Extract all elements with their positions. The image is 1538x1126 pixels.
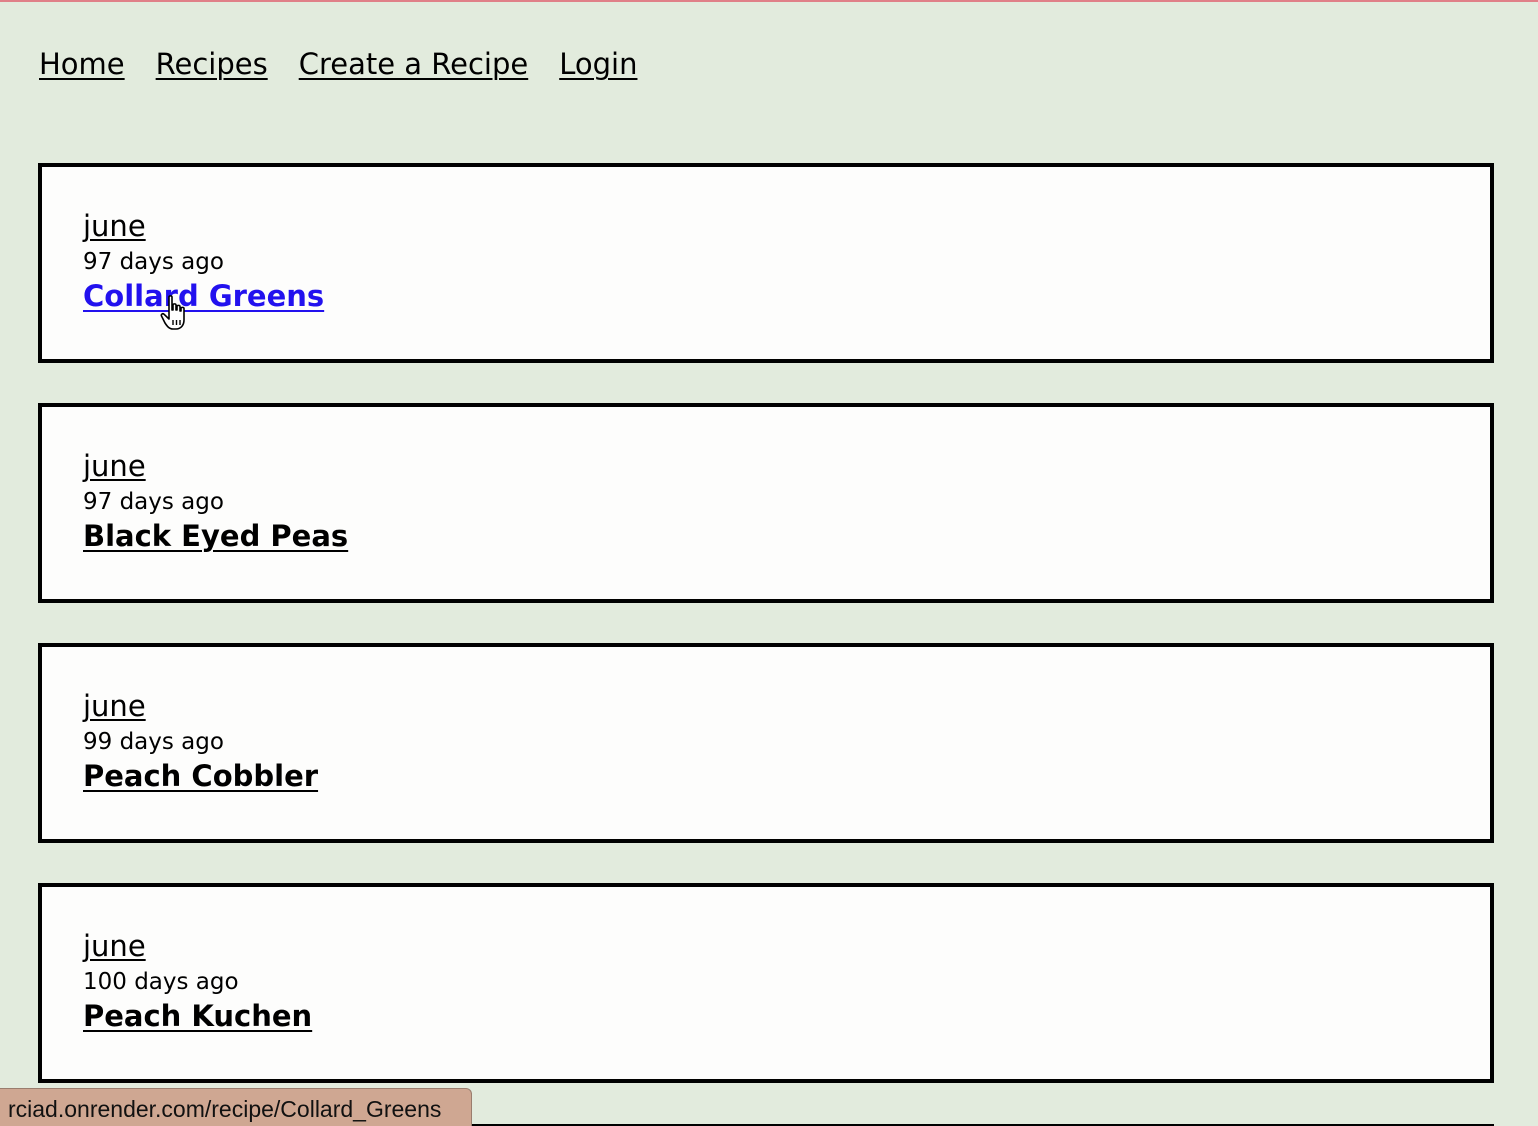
recipe-age: 99 days ago (83, 729, 224, 755)
recipe-card: june 97 days ago Collard Greens (38, 163, 1494, 363)
nav-home-link[interactable]: Home (39, 44, 125, 84)
nav-recipes-link[interactable]: Recipes (156, 44, 268, 84)
recipe-author-link[interactable]: june (83, 209, 146, 243)
recipe-title-link[interactable]: Black Eyed Peas (83, 519, 348, 553)
recipe-card: june 99 days ago Peach Cobbler (38, 643, 1494, 843)
link-status-bar: rciad.onrender.com/recipe/Collard_Greens (0, 1088, 473, 1126)
top-nav: Home Recipes Create a Recipe Login (39, 44, 668, 84)
recipe-age: 97 days ago (83, 249, 224, 275)
recipe-title-link[interactable]: Collard Greens (83, 279, 324, 313)
nav-create-recipe-link[interactable]: Create a Recipe (299, 44, 529, 84)
nav-login-link[interactable]: Login (559, 44, 637, 84)
recipe-author-link[interactable]: june (83, 929, 146, 963)
recipe-list: june 97 days ago Collard Greens june 97 … (38, 163, 1494, 1123)
hand-pointer-icon (160, 295, 185, 330)
recipe-title-link[interactable]: Peach Cobbler (83, 759, 318, 793)
recipe-age: 97 days ago (83, 489, 224, 515)
recipe-card: june 97 days ago Black Eyed Peas (38, 403, 1494, 603)
recipe-author-link[interactable]: june (83, 689, 146, 723)
recipe-age: 100 days ago (83, 969, 239, 995)
recipe-card: june 100 days ago Peach Kuchen (38, 883, 1494, 1083)
recipe-author-link[interactable]: june (83, 449, 146, 483)
recipe-title-link[interactable]: Peach Kuchen (83, 999, 312, 1033)
